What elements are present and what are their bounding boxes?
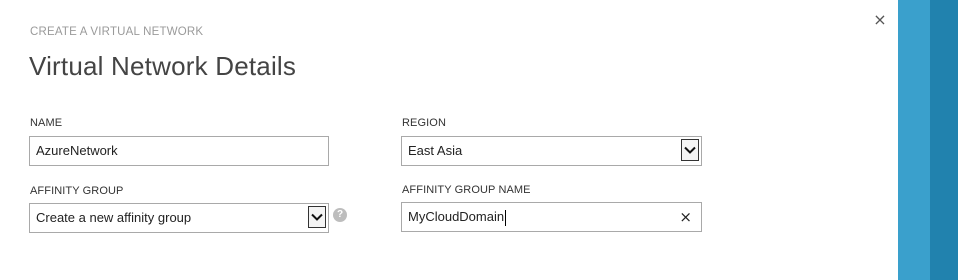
name-input[interactable]: AzureNetwork xyxy=(29,136,329,166)
region-label: REGION xyxy=(402,117,446,129)
name-label: NAME xyxy=(30,117,63,129)
close-icon[interactable]: × xyxy=(872,11,888,29)
region-select[interactable]: East Asia xyxy=(401,136,702,166)
side-panel-strip-light xyxy=(898,0,930,280)
region-select-value: East Asia xyxy=(408,143,463,158)
text-cursor xyxy=(505,209,507,226)
affinity-group-name-label: AFFINITY GROUP NAME xyxy=(402,184,531,196)
affinity-group-select[interactable]: Create a new affinity group xyxy=(29,203,329,233)
chevron-down-icon[interactable] xyxy=(308,206,326,228)
affinity-group-label: AFFINITY GROUP xyxy=(30,185,124,197)
affinity-group-select-value: Create a new affinity group xyxy=(36,210,192,225)
page-title: Virtual Network Details xyxy=(29,51,297,81)
dialog-subtitle: CREATE A VIRTUAL NETWORK xyxy=(30,26,204,38)
name-input-value: AzureNetwork xyxy=(36,143,118,158)
clear-icon[interactable]: × xyxy=(679,203,692,231)
create-virtual-network-dialog: CREATE A VIRTUAL NETWORK Virtual Network… xyxy=(0,0,898,280)
chevron-down-icon[interactable] xyxy=(681,139,699,161)
help-icon[interactable]: ? xyxy=(333,208,347,222)
side-panel-strip-dark xyxy=(930,0,958,280)
affinity-group-name-input[interactable]: MyCloudDomain × xyxy=(401,202,702,232)
affinity-group-name-value: MyCloudDomain xyxy=(408,209,505,224)
